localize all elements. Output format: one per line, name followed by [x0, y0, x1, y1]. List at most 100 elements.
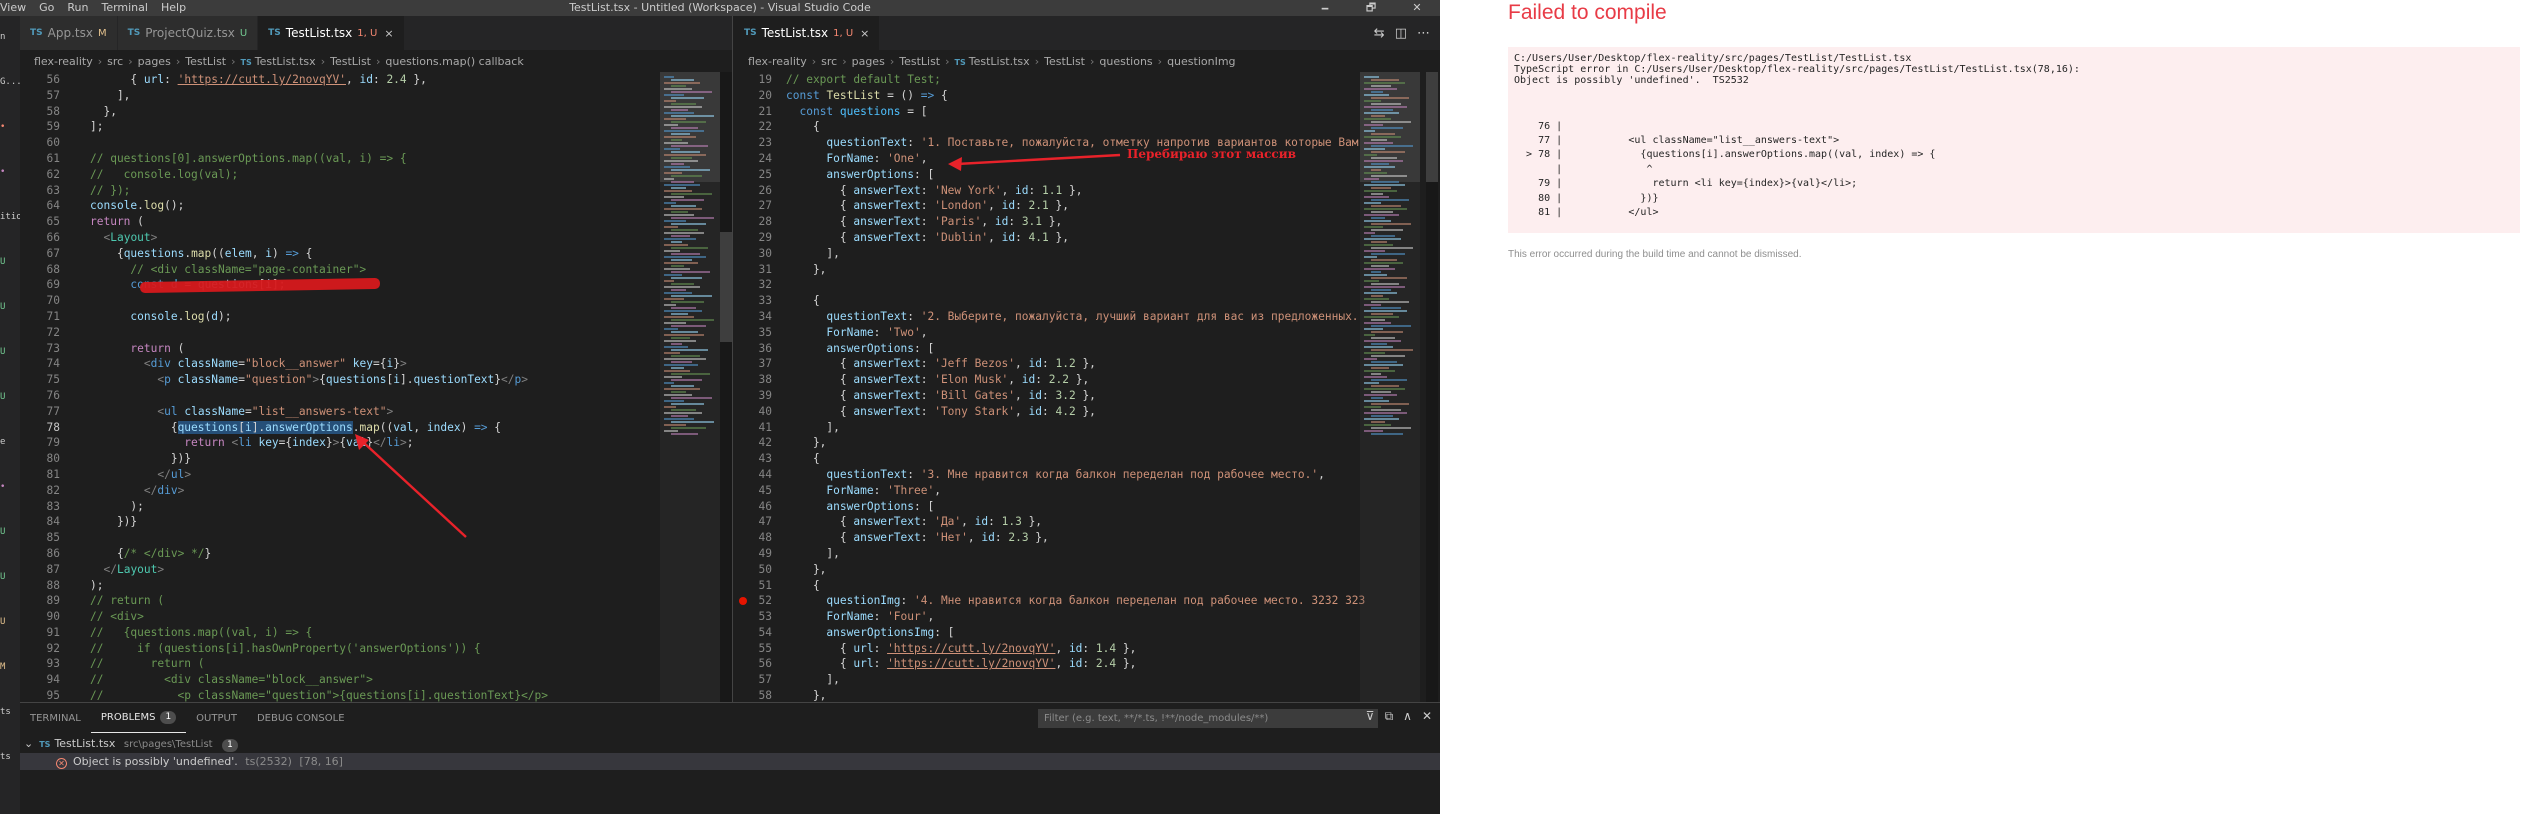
code-line[interactable]: 73 return (: [20, 341, 732, 357]
code-line[interactable]: 34 questionText: '2. Выберите, пожалуйст…: [734, 309, 1440, 325]
code-line[interactable]: 67 {questions.map((elem, i) => {: [20, 246, 732, 262]
code-line[interactable]: 57 ],: [20, 88, 732, 104]
code-line[interactable]: 91 // {questions.map((val, i) => {: [20, 625, 732, 641]
code-line[interactable]: 39 { answerText: 'Bill Gates', id: 3.2 }…: [734, 388, 1440, 404]
panel-tab-output[interactable]: OUTPUT: [186, 703, 247, 733]
breadcrumb-item[interactable]: src: [821, 55, 837, 68]
code-line[interactable]: 19 // export default Test;: [734, 72, 1440, 88]
restore-button[interactable]: 🗗: [1348, 0, 1394, 16]
code-line[interactable]: 25 answerOptions: [: [734, 167, 1440, 183]
code-line[interactable]: 80 })}: [20, 451, 732, 467]
code-line[interactable]: 59];: [20, 119, 732, 135]
problem-error-row[interactable]: ✕ Object is possibly 'undefined'. ts(2532…: [20, 753, 1440, 770]
editor-group-right[interactable]: TS TestList.tsx 1, U × ⇆ ◫ ⋯ flex-reality › src ›…: [734, 16, 1440, 702]
breadcrumb-item[interactable]: TestList: [185, 55, 226, 68]
code-line[interactable]: 21 const questions = [: [734, 104, 1440, 120]
code-line[interactable]: 82 </div>: [20, 483, 732, 499]
code-line[interactable]: 74 <div className="block__answer" key={i…: [20, 356, 732, 372]
code-line[interactable]: 43 {: [734, 451, 1440, 467]
panel-tab-debug-console[interactable]: DEBUG CONSOLE: [247, 703, 355, 733]
code-line[interactable]: 51 {: [734, 578, 1440, 594]
code-line[interactable]: 58 },: [734, 688, 1440, 702]
code-line[interactable]: 93 // return (: [20, 656, 732, 672]
collapse-all-icon[interactable]: ⧉: [1385, 709, 1394, 724]
code-line[interactable]: 47 { answerText: 'Да', id: 1.3 },: [734, 514, 1440, 530]
code-line[interactable]: 69 const d = questions[i];: [20, 277, 732, 294]
code-line[interactable]: 63 // });: [20, 183, 732, 199]
code-line[interactable]: 41 ],: [734, 420, 1440, 436]
code-line[interactable]: 65 return (: [20, 214, 732, 230]
code-line[interactable]: 30 ],: [734, 246, 1440, 262]
menu-item-run[interactable]: Run: [67, 1, 88, 14]
code-line[interactable]: 38 { answerText: 'Elon Musk', id: 2.2 },: [734, 372, 1440, 388]
code-line[interactable]: 40 { answerText: 'Tony Stark', id: 4.2 }…: [734, 404, 1440, 420]
minimap-right[interactable]: [1360, 72, 1420, 702]
breadcrumb-item[interactable]: TestList: [899, 55, 940, 68]
code-line[interactable]: 64 console.log();: [20, 198, 732, 214]
code-line[interactable]: 83 );: [20, 499, 732, 515]
code-line[interactable]: 95 // <p className="question">{questions[…: [20, 688, 732, 702]
vertical-scrollbar-right[interactable]: [1426, 72, 1438, 702]
code-line[interactable]: 60: [20, 135, 732, 151]
code-line[interactable]: 75 <p className="question">{questions[i]…: [20, 372, 732, 388]
tab-testlist-tsx[interactable]: TS TestList.tsx 1, U ×: [734, 16, 881, 50]
code-line[interactable]: 84 })}: [20, 514, 732, 530]
menu-item-help[interactable]: Help: [161, 1, 186, 14]
code-line[interactable]: 26 { answerText: 'New York', id: 1.1 },: [734, 183, 1440, 199]
code-line[interactable]: 66 <Layout>: [20, 230, 732, 246]
code-line[interactable]: 55 { url: 'https://cutt.ly/2novqYV', id:…: [734, 641, 1440, 657]
code-line[interactable]: 71 console.log(d);: [20, 309, 732, 325]
vertical-scrollbar-left[interactable]: [720, 72, 732, 702]
panel-tab-terminal[interactable]: TERMINAL: [20, 703, 91, 733]
breadcrumb-item[interactable]: pages: [138, 55, 171, 68]
compare-icon[interactable]: ⇆: [1374, 26, 1385, 41]
scrollbar-thumb[interactable]: [720, 232, 732, 342]
code-line[interactable]: 92 // if (questions[i].hasOwnProperty('an…: [20, 641, 732, 657]
code-line[interactable]: 89 // return (: [20, 593, 732, 609]
breadcrumb-item[interactable]: src: [107, 55, 123, 68]
maximize-panel-icon[interactable]: ∧: [1403, 709, 1412, 724]
code-line[interactable]: 61 // questions[0].answerOptions.map((val…: [20, 151, 732, 167]
code-line[interactable]: 49 ],: [734, 546, 1440, 562]
code-line[interactable]: 76: [20, 388, 732, 404]
code-line[interactable]: 54 answerOptionsImg: [: [734, 625, 1440, 641]
close-icon[interactable]: ×: [860, 27, 869, 40]
filter-icon[interactable]: ⊽: [1366, 709, 1375, 724]
breadcrumb-item[interactable]: flex-reality: [748, 55, 807, 68]
menu-item-terminal[interactable]: Terminal: [101, 1, 148, 14]
code-line[interactable]: 42 },: [734, 435, 1440, 451]
breadcrumb-item[interactable]: pages: [852, 55, 885, 68]
menu-item-go[interactable]: Go: [39, 1, 54, 14]
problem-file-row[interactable]: ⌄ TS TestList.tsx src\pages\TestList 1: [20, 735, 1440, 752]
code-line[interactable]: 28 { answerText: 'Paris', id: 3.1 },: [734, 214, 1440, 230]
split-editor-icon[interactable]: ◫: [1395, 26, 1407, 41]
code-line[interactable]: 44 questionText: '3. Мне нравится когда …: [734, 467, 1440, 483]
code-line[interactable]: 56 { url: 'https://cutt.ly/2novqYV', id:…: [734, 656, 1440, 672]
breadcrumb-item[interactable]: flex-reality: [34, 55, 93, 68]
minimize-button[interactable]: 🗕: [1302, 0, 1348, 16]
breadcrumb-item[interactable]: TS TestList.tsx: [955, 55, 1030, 68]
code-line[interactable]: 58 },: [20, 104, 732, 120]
breadcrumb-item[interactable]: questions: [1099, 55, 1152, 68]
close-panel-icon[interactable]: ✕: [1422, 709, 1432, 724]
breadcrumb-item[interactable]: TS TestList.tsx: [241, 55, 316, 68]
code-line[interactable]: 85: [20, 530, 732, 546]
code-line[interactable]: 27 { answerText: 'London', id: 2.1 },: [734, 198, 1440, 214]
code-line[interactable]: 87 </Layout>: [20, 562, 732, 578]
code-line[interactable]: 52 questionImg: '4. Мне нравится когда б…: [734, 593, 1440, 609]
more-actions-icon[interactable]: ⋯: [1417, 26, 1430, 41]
code-line[interactable]: 70: [20, 293, 732, 309]
code-line[interactable]: 37 { answerText: 'Jeff Bezos', id: 1.2 }…: [734, 356, 1440, 372]
code-line[interactable]: 32: [734, 277, 1440, 293]
panel-tab-problems[interactable]: PROBLEMS 1: [90, 703, 187, 733]
code-line[interactable]: 72: [20, 325, 732, 341]
tab-projectquiz-tsx[interactable]: TS ProjectQuiz.tsx U: [117, 16, 259, 50]
code-line[interactable]: 56 { url: 'https://cutt.ly/2novqYV', id:…: [20, 72, 732, 88]
breadcrumb-item[interactable]: questions.map() callback: [385, 55, 523, 68]
code-line[interactable]: 78 {questions[i].answerOptions.map((val,…: [20, 420, 732, 436]
code-line[interactable]: 46 answerOptions: [: [734, 499, 1440, 515]
code-line[interactable]: 33 {: [734, 293, 1440, 309]
breadcrumb-item[interactable]: questionImg: [1167, 55, 1235, 68]
breadcrumb-item[interactable]: TestList: [1044, 55, 1085, 68]
problems-filter-input[interactable]: Filter (e.g. text, **/*.ts, !**/node_mod…: [1038, 709, 1378, 728]
